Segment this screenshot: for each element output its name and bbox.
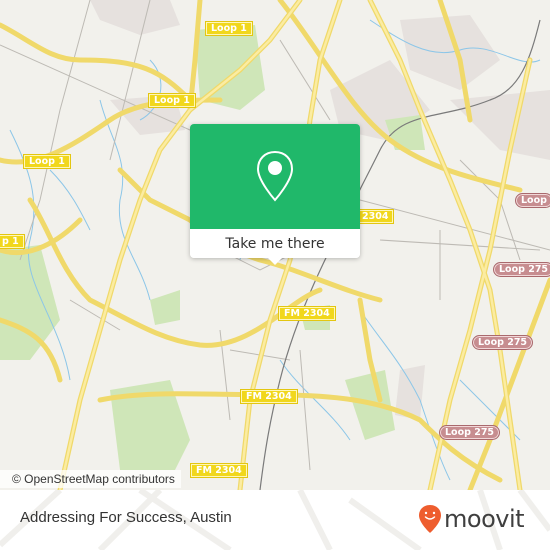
footer-bar: Addressing For Success, Austin moovit xyxy=(0,490,550,550)
road-label-fm2304: 2304 xyxy=(356,209,395,224)
take-me-there-button[interactable]: Take me there xyxy=(190,229,360,258)
place-name: Addressing For Success, Austin xyxy=(20,509,232,526)
road-label-loop1: Loop 1 xyxy=(148,93,196,108)
road-label-loop275: Loop xyxy=(515,193,550,208)
road-label-fm2304: FM 2304 xyxy=(190,463,248,478)
moovit-wordmark: moovit xyxy=(444,505,525,533)
moovit-logo[interactable]: moovit xyxy=(418,501,525,537)
road-label-fm2304: FM 2304 xyxy=(240,389,298,404)
road-label-loop275: Loop 275 xyxy=(472,335,534,350)
map-attribution[interactable]: © OpenStreetMap contributors xyxy=(0,470,181,488)
map-pin-icon xyxy=(256,150,294,201)
road-label-loop1: Loop 1 xyxy=(23,154,71,169)
moovit-smiley-pin-icon xyxy=(419,505,441,533)
road-label-fm2304: FM 2304 xyxy=(278,306,336,321)
road-label-loop275: Loop 275 xyxy=(493,262,550,277)
popup-header xyxy=(190,124,360,229)
road-label-loop1: p 1 xyxy=(0,234,25,249)
location-popup[interactable]: Take me there xyxy=(190,124,360,265)
road-label-loop1: Loop 1 xyxy=(205,21,253,36)
map-view[interactable]: Loop 1 Loop 1 Loop 1 p 1 2304 FM 2304 FM… xyxy=(0,0,550,490)
popup-tail xyxy=(267,257,283,265)
road-label-loop275: Loop 275 xyxy=(439,425,501,440)
